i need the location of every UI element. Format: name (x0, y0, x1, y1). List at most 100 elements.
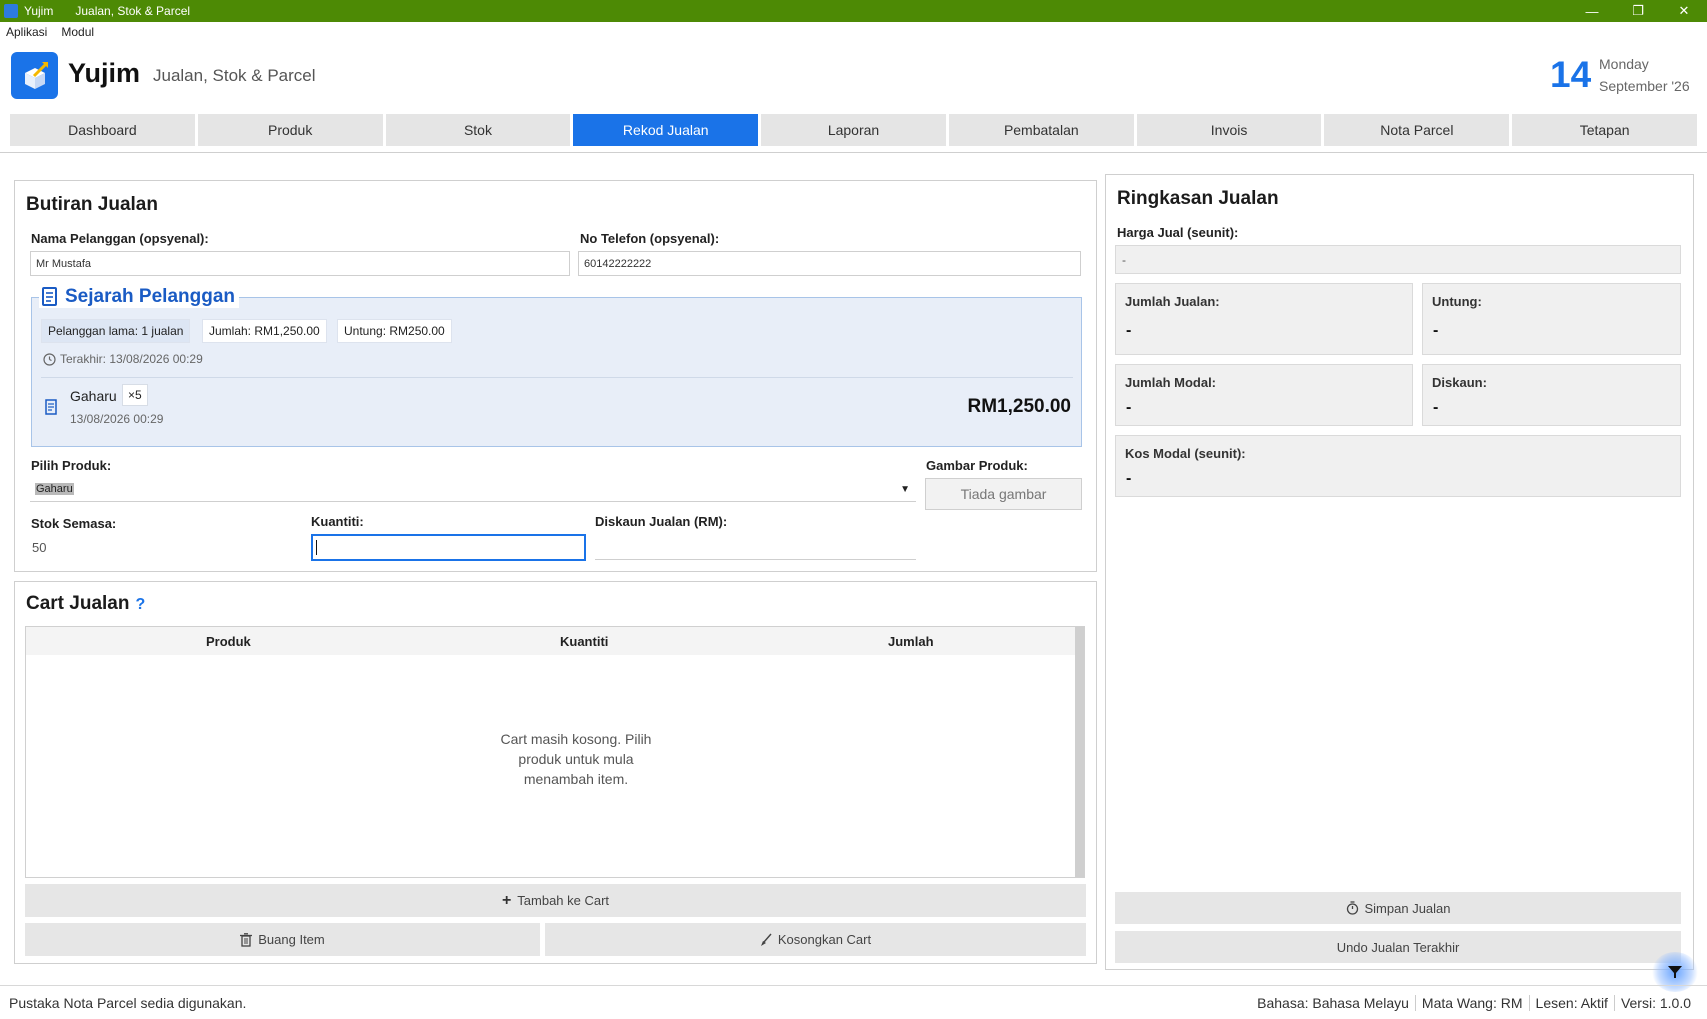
profit-label: Untung: (1432, 294, 1482, 309)
phone-input[interactable]: 60142222222 (578, 251, 1081, 276)
tab-tetapan[interactable]: Tetapan (1512, 114, 1698, 146)
col-jumlah[interactable]: Jumlah (888, 634, 934, 649)
save-sale-label: Simpan Jualan (1364, 900, 1451, 916)
product-select[interactable]: Gaharu ▼ (30, 477, 916, 502)
chip-profit: Untung: RM250.00 (337, 319, 452, 343)
discount-input[interactable] (595, 534, 916, 560)
tab-stok[interactable]: Stok (385, 114, 571, 146)
stock-label: Stok Semasa: (31, 516, 117, 531)
image-label: Gambar Produk: (926, 458, 1028, 473)
profit-box: Untung: - (1422, 283, 1681, 355)
app-header: Yujim Jualan, Stok & Parcel 14 Monday Se… (0, 42, 1707, 108)
date-month-year: September '26 (1599, 78, 1690, 94)
funnel-icon (1668, 966, 1682, 978)
profit-value: - (1433, 322, 1439, 339)
logo-icon (11, 52, 58, 99)
save-sale-button[interactable]: Simpan Jualan (1115, 892, 1681, 924)
undo-sale-button[interactable]: Undo Jualan Terakhir (1115, 931, 1681, 963)
discount-label: Diskaun Jualan (RM): (595, 514, 728, 529)
history-item-amount: RM1,250.00 (967, 396, 1071, 417)
chip-regular-customer: Pelanggan lama: 1 jualan (41, 319, 191, 343)
menu-aplikasi[interactable]: Aplikasi (6, 25, 47, 39)
history-divider (41, 377, 1073, 378)
phone-label: No Telefon (opsyenal): (580, 231, 720, 246)
discount-summary-value: - (1433, 399, 1439, 416)
product-selected: Gaharu (35, 483, 74, 495)
license-label: Lesen: (1535, 995, 1578, 1011)
customer-name-input[interactable]: Mr Mustafa (30, 251, 570, 276)
menu-bar: Aplikasi Modul (0, 22, 1707, 42)
cart-scrollbar[interactable] (1075, 627, 1084, 877)
tab-laporan[interactable]: Laporan (761, 114, 946, 146)
discount-box: Diskaun: - (1422, 364, 1681, 426)
tab-divider (0, 152, 1707, 153)
total-cost-label: Jumlah Modal: (1125, 375, 1217, 390)
clock-icon (43, 352, 56, 366)
last-purchase-text: Terakhir: 13/08/2026 00:29 (60, 352, 203, 366)
stopwatch-icon (1346, 901, 1358, 915)
status-message: Pustaka Nota Parcel sedia digunakan. (9, 995, 247, 1011)
window-app-name: Yujim (24, 4, 54, 18)
clear-cart-button[interactable]: Kosongkan Cart (545, 923, 1086, 956)
add-to-cart-button[interactable]: + Tambah ke Cart (25, 884, 1086, 917)
title-bar: Yujim Jualan, Stok & Parcel — ❐ ✕ (0, 0, 1707, 22)
product-label: Pilih Produk: (31, 458, 112, 473)
chevron-down-icon: ▼ (900, 484, 910, 495)
total-sales-value: - (1126, 322, 1132, 339)
summary-title: Ringkasan Jualan (1117, 188, 1279, 209)
status-bar: Pustaka Nota Parcel sedia digunakan. Bah… (0, 985, 1707, 1019)
price-value: - (1122, 253, 1126, 267)
col-produk[interactable]: Produk (206, 634, 251, 649)
status-version: Versi: 1.0.0 (1613, 995, 1697, 1011)
language-value: Bahasa Melayu (1312, 995, 1409, 1011)
cart-title: Cart Jualan (26, 593, 130, 614)
status-info: Bahasa: Bahasa Melayu Mata Wang: RM Lese… (1251, 992, 1697, 1014)
status-currency: Mata Wang: RM (1414, 995, 1529, 1011)
close-button[interactable]: ✕ (1661, 0, 1707, 22)
history-item-name: Gaharu (70, 388, 117, 404)
restore-button[interactable]: ❐ (1615, 0, 1661, 22)
qty-input[interactable] (311, 534, 586, 561)
total-sales-box: Jumlah Jualan: - (1115, 283, 1413, 355)
history-item-qty: ×5 (122, 384, 148, 406)
date-weekday: Monday (1599, 56, 1649, 72)
date-day: 14 (1550, 54, 1592, 95)
butiran-title: Butiran Jualan (26, 194, 158, 215)
price-label: Harga Jual (seunit): (1117, 225, 1239, 240)
total-cost-value: - (1126, 399, 1132, 416)
help-icon[interactable]: ? (135, 596, 145, 614)
item-receipt-icon (45, 399, 57, 415)
tab-pembatalan[interactable]: Pembatalan (948, 114, 1134, 146)
menu-modul[interactable]: Modul (61, 25, 94, 39)
clear-cart-label: Kosongkan Cart (777, 932, 872, 947)
window-title: Jualan, Stok & Parcel (75, 4, 191, 18)
remove-item-label: Buang Item (258, 932, 325, 947)
minimize-button[interactable]: — (1569, 0, 1615, 22)
tab-invois[interactable]: Invois (1136, 114, 1322, 146)
cart-empty-message: Cart masih kosong. Pilih produk untuk mu… (500, 731, 652, 787)
history-item-date: 13/08/2026 00:29 (70, 412, 164, 426)
product-image-placeholder: Tiada gambar (925, 478, 1082, 510)
tab-dashboard[interactable]: Dashboard (10, 114, 195, 146)
add-to-cart-label: Tambah ke Cart (517, 893, 610, 908)
tab-produk[interactable]: Produk (197, 114, 383, 146)
undo-sale-label: Undo Jualan Terakhir (1336, 939, 1460, 955)
customer-history-title: Sejarah Pelanggan (39, 286, 240, 308)
module-tabs: Dashboard Produk Stok Rekod Jualan Lapor… (10, 114, 1698, 146)
plus-icon: + (501, 891, 512, 909)
price-box: - (1115, 245, 1681, 274)
unit-cost-value: - (1126, 470, 1132, 487)
cart-table-header: Produk Kuantiti Jumlah (26, 627, 1076, 655)
col-kuantiti[interactable]: Kuantiti (560, 634, 608, 649)
language-label: Bahasa: (1257, 995, 1309, 1011)
total-cost-box: Jumlah Modal: - (1115, 364, 1413, 426)
remove-item-button[interactable]: Buang Item (25, 923, 540, 956)
header-app-name: Yujim (68, 58, 141, 88)
unit-cost-box: Kos Modal (seunit): - (1115, 435, 1681, 497)
tab-rekod-jualan[interactable]: Rekod Jualan (573, 114, 759, 146)
tab-nota-parcel[interactable]: Nota Parcel (1324, 114, 1510, 146)
version-value: 1.0.0 (1659, 995, 1691, 1011)
version-label: Versi: (1620, 995, 1656, 1011)
status-license: Lesen: Aktif (1528, 995, 1614, 1011)
text-cursor (316, 540, 317, 555)
